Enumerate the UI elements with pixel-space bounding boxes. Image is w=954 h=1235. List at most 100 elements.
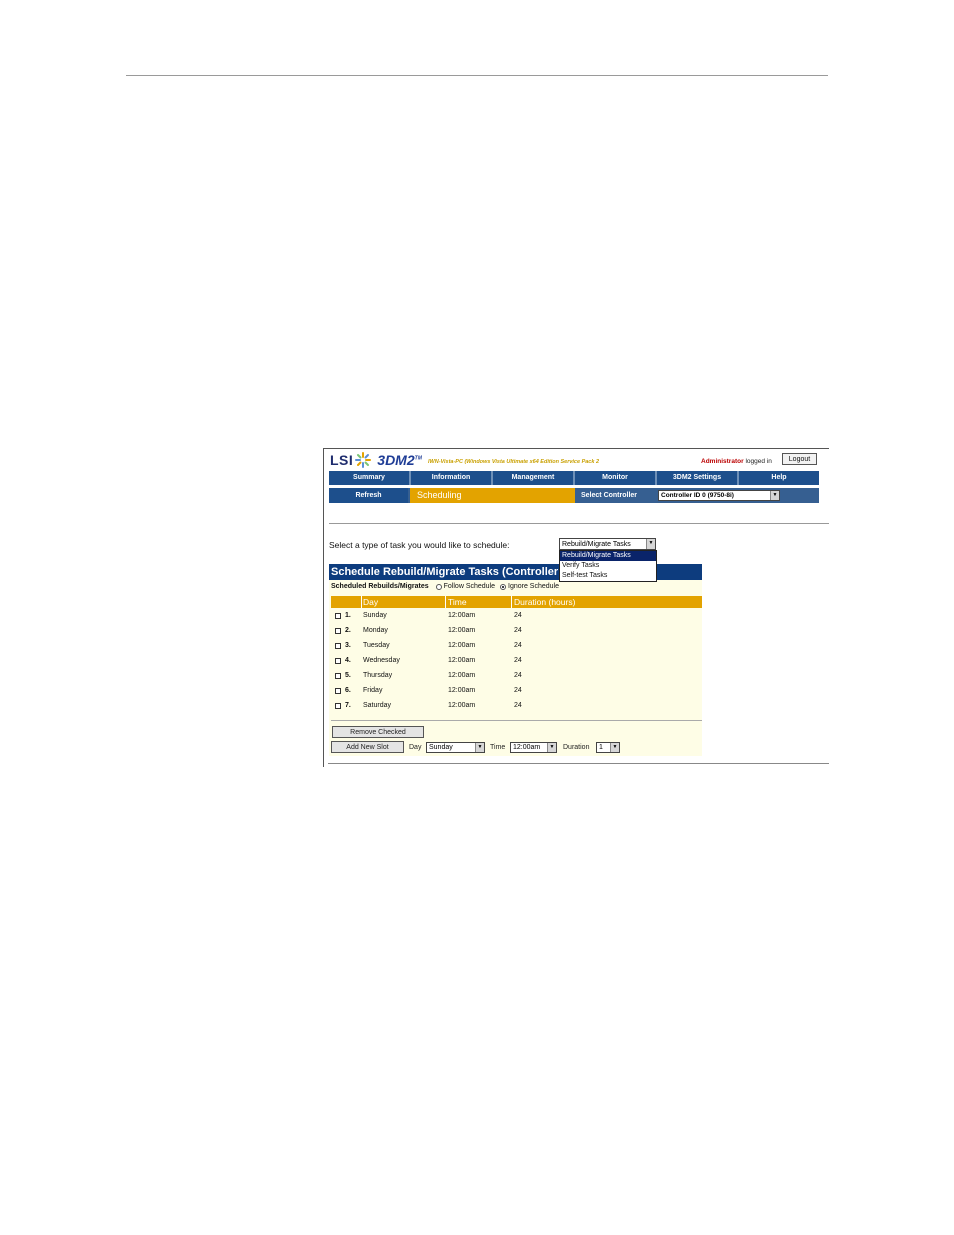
row-number: 3. <box>345 642 351 649</box>
follow-schedule-label: Follow Schedule <box>443 583 496 590</box>
user-name: Administrator <box>701 458 744 465</box>
column-time: Time <box>448 597 467 607</box>
row-duration: 24 <box>514 627 522 634</box>
row-checkbox[interactable] <box>335 658 341 664</box>
nav-monitor[interactable]: Monitor <box>575 471 655 485</box>
ignore-schedule-radio[interactable] <box>500 583 507 590</box>
column-day: Day <box>363 597 379 607</box>
row-number: 1. <box>345 612 351 619</box>
row-time: 12:00am <box>448 672 476 679</box>
remove-checked-button[interactable]: Remove Checked <box>332 726 424 738</box>
column-duration: Duration (hours) <box>514 597 576 607</box>
page-title: Scheduling <box>410 488 575 503</box>
row-day: Tuesday <box>363 642 390 649</box>
sub-nav: Refresh Scheduling Select Controller Con… <box>329 488 819 503</box>
row-checkbox[interactable] <box>335 628 341 634</box>
task-option-rebuild[interactable]: Rebuild/Migrate Tasks <box>560 551 656 561</box>
column-divider <box>511 596 512 608</box>
chevron-down-icon: ▼ <box>547 743 556 752</box>
day-select[interactable]: Sunday ▼ <box>426 742 485 753</box>
refresh-button[interactable]: Refresh <box>329 488 408 503</box>
row-duration: 24 <box>514 687 522 694</box>
table-row: 2. Monday 12:00am 24 <box>331 625 702 640</box>
chevron-down-icon: ▼ <box>475 743 484 752</box>
time-label: Time <box>490 744 506 751</box>
row-day: Thursday <box>363 672 393 679</box>
schedule-mode-row: Scheduled Rebuilds/Migrates Follow Sched… <box>331 583 559 590</box>
row-duration: 24 <box>514 702 522 709</box>
row-duration: 24 <box>514 657 522 664</box>
select-controller-label: Select Controller <box>581 492 638 499</box>
controller-select[interactable]: Controller ID 0 (9750-8i) ▼ <box>658 490 780 501</box>
row-checkbox[interactable] <box>335 673 341 679</box>
logo-product-name: 3DM2TM <box>377 452 422 468</box>
row-day: Monday <box>363 627 388 634</box>
table-divider <box>331 720 702 721</box>
chevron-down-icon: ▼ <box>610 743 619 752</box>
footer-divider <box>328 763 829 764</box>
main-nav: Summary Information Management Monitor 3… <box>329 471 819 485</box>
nav-3dm2-settings[interactable]: 3DM2 Settings <box>657 471 737 485</box>
header-divider <box>329 523 829 524</box>
row-time: 12:00am <box>448 702 476 709</box>
duration-select[interactable]: 1 ▼ <box>596 742 620 753</box>
starburst-icon <box>355 452 372 468</box>
hostname-text: IWN-Vista-PC (Windows Vista Ultimate x64… <box>428 459 600 465</box>
app-screenshot: LSI 3DM2TM IWN-Vista-PC (Windows Vista U… <box>323 448 829 767</box>
row-number: 4. <box>345 657 351 664</box>
nav-summary[interactable]: Summary <box>329 471 409 485</box>
row-checkbox[interactable] <box>335 703 341 709</box>
logo-lsi-text: LSI <box>330 452 354 468</box>
day-label: Day <box>409 744 422 751</box>
logout-button[interactable]: Logout <box>782 453 817 465</box>
chevron-down-icon: ▼ <box>770 491 779 500</box>
table-row: 3. Tuesday 12:00am 24 <box>331 640 702 655</box>
row-time: 12:00am <box>448 657 476 664</box>
row-checkbox[interactable] <box>335 643 341 649</box>
row-number: 7. <box>345 702 351 709</box>
row-duration: 24 <box>514 612 522 619</box>
table-row: 5. Thursday 12:00am 24 <box>331 670 702 685</box>
row-time: 12:00am <box>448 627 476 634</box>
task-type-prompt: Select a type of task you would like to … <box>329 540 510 550</box>
table-row: 7. Saturday 12:00am 24 <box>331 700 702 715</box>
task-option-selftest[interactable]: Self-test Tasks <box>560 571 656 581</box>
table-row: 1. Sunday 12:00am 24 <box>331 610 702 625</box>
schedule-panel: Scheduled Rebuilds/Migrates Follow Sched… <box>329 580 702 756</box>
row-time: 12:00am <box>448 642 476 649</box>
nav-management[interactable]: Management <box>493 471 573 485</box>
page-top-rule <box>126 75 828 76</box>
task-type-dropdown-list: Rebuild/Migrate Tasks Verify Tasks Self-… <box>559 550 657 582</box>
row-time: 12:00am <box>448 612 476 619</box>
logged-in-text: logged in <box>745 458 772 465</box>
column-divider <box>445 596 446 608</box>
add-new-slot-button[interactable]: Add New Slot <box>331 741 404 753</box>
time-select[interactable]: 12:00am ▼ <box>510 742 557 753</box>
nav-help[interactable]: Help <box>739 471 819 485</box>
follow-schedule-radio[interactable] <box>435 583 442 590</box>
column-divider <box>361 596 362 608</box>
row-checkbox[interactable] <box>335 688 341 694</box>
row-time: 12:00am <box>448 687 476 694</box>
row-number: 5. <box>345 672 351 679</box>
task-type-select[interactable]: Rebuild/Migrate Tasks ▼ <box>559 538 656 550</box>
row-checkbox[interactable] <box>335 613 341 619</box>
task-option-verify[interactable]: Verify Tasks <box>560 561 656 571</box>
schedule-mode-label: Scheduled Rebuilds/Migrates <box>331 583 429 590</box>
nav-information[interactable]: Information <box>411 471 491 485</box>
chevron-down-icon: ▼ <box>646 539 655 549</box>
ignore-schedule-label: Ignore Schedule <box>508 583 559 590</box>
table-row: 4. Wednesday 12:00am 24 <box>331 655 702 670</box>
row-duration: 24 <box>514 642 522 649</box>
login-status: Administrator logged in <box>701 458 772 465</box>
schedule-table-header: Day Time Duration (hours) <box>331 596 702 608</box>
table-row: 6. Friday 12:00am 24 <box>331 685 702 700</box>
row-day: Saturday <box>363 702 392 709</box>
row-duration: 24 <box>514 672 522 679</box>
row-day: Wednesday <box>363 657 400 664</box>
row-day: Sunday <box>363 612 387 619</box>
row-number: 6. <box>345 687 351 694</box>
row-number: 2. <box>345 627 351 634</box>
row-day: Friday <box>363 687 383 694</box>
logo: LSI 3DM2TM <box>330 451 422 469</box>
